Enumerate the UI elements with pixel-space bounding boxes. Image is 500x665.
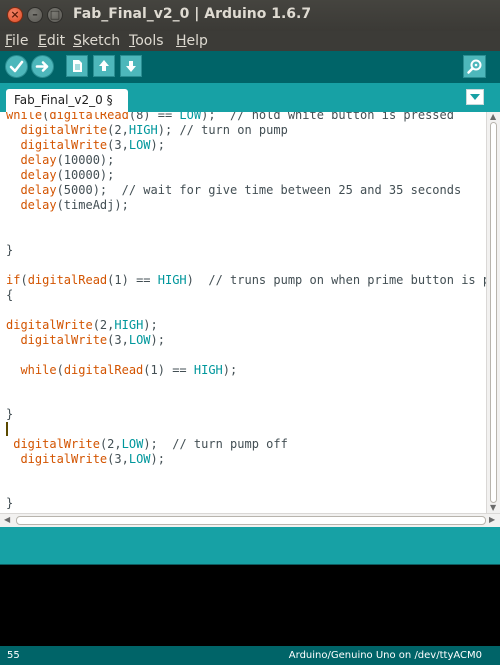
menu-bar: File Edit Sketch Tools Help: [0, 31, 500, 51]
line-number: 55: [7, 650, 20, 661]
toolbar: [0, 51, 500, 83]
code-line-12-text: digitalWrite(3,LOW);: [20, 333, 165, 347]
code-line-4: delay(10000);: [6, 153, 114, 168]
scroll-down-icon[interactable]: ▼: [490, 503, 496, 512]
arrow-right-icon: [35, 61, 49, 72]
horizontal-scroll-thumb[interactable]: [16, 516, 486, 525]
save-sketch-button[interactable]: [120, 55, 142, 77]
tab-label: Fab_Final_v2_0 §: [14, 93, 113, 107]
open-sketch-button[interactable]: [93, 55, 115, 77]
scroll-left-icon[interactable]: ◀: [4, 515, 10, 524]
scroll-right-icon[interactable]: ▶: [489, 515, 495, 524]
code-line-8-text: }: [6, 243, 14, 257]
upload-button[interactable]: [31, 55, 54, 78]
magnifier-icon: [467, 59, 482, 74]
scroll-up-icon[interactable]: ▲: [490, 112, 496, 121]
code-line-3: digitalWrite(3,LOW);: [6, 138, 165, 153]
window-minimize-button[interactable]: –: [27, 7, 43, 23]
code-editor[interactable]: while(digitalRead(8) == LOW); // hold wh…: [0, 112, 487, 514]
code-line-11: digitalWrite(2,HIGH);: [6, 318, 158, 333]
code-line-13: while(digitalRead(1) == HIGH);: [6, 363, 237, 378]
title-bar: × – □ Fab_Final_v2_0 | Arduino 1.6.7: [0, 0, 500, 31]
code-line-16-text: digitalWrite(3,LOW);: [20, 452, 165, 466]
tab-bar: Fab_Final_v2_0 §: [0, 83, 500, 112]
code-line-2-text: digitalWrite(2,HIGH); // turn on pump: [20, 123, 288, 137]
menu-sketch[interactable]: Sketch: [73, 31, 120, 51]
code-line-15-text: digitalWrite(2,LOW); // turn pump off: [13, 437, 288, 451]
maximize-icon: □: [49, 8, 61, 21]
arrow-up-icon: [99, 60, 109, 71]
window-close-button[interactable]: ×: [7, 7, 23, 23]
new-sketch-button[interactable]: [66, 55, 88, 77]
window-title: Fab_Final_v2_0 | Arduino 1.6.7: [73, 6, 312, 22]
code-line-17: }: [6, 496, 13, 511]
code-line-5-text: delay(10000);: [20, 168, 115, 182]
code-line-7: delay(timeAdj);: [6, 198, 129, 213]
serial-monitor-button[interactable]: [463, 55, 486, 78]
tab-fab-final[interactable]: Fab_Final_v2_0 §: [6, 89, 128, 112]
vertical-scrollbar[interactable]: ▲ ▼: [486, 112, 500, 514]
code-line-2: digitalWrite(2,HIGH); // turn on pump: [6, 123, 288, 138]
code-line-6: delay(5000); // wait for give time betwe…: [6, 183, 461, 198]
menu-tools[interactable]: Tools: [129, 31, 164, 51]
verify-button[interactable]: [5, 55, 28, 78]
code-line-6-text: delay(5000); // wait for give time betwe…: [20, 183, 462, 197]
minimize-icon: –: [32, 8, 38, 21]
window-maximize-button[interactable]: □: [47, 7, 63, 23]
code-line-7-text: delay(timeAdj);: [20, 198, 129, 212]
code-line-4-text: delay(10000);: [20, 153, 115, 167]
new-file-icon: [73, 60, 82, 72]
board-info: Arduino/Genuino Uno on /dev/ttyACM0: [288, 650, 482, 661]
code-line-8: }: [6, 243, 13, 258]
code-line-3-text: digitalWrite(3,LOW);: [20, 138, 165, 152]
code-line-13-text: while(digitalRead(1) == HIGH);: [20, 363, 238, 377]
code-line-12: digitalWrite(3,LOW);: [6, 333, 165, 348]
vertical-scroll-thumb[interactable]: [490, 122, 497, 503]
code-line-1: while(digitalRead(8) == LOW); // hold wh…: [6, 112, 454, 123]
code-line-9: if(digitalRead(1) == HIGH) // truns pump…: [6, 273, 487, 288]
code-line-10-text: {: [6, 288, 14, 302]
code-line-9-text: if(digitalRead(1) == HIGH) // truns pump…: [6, 273, 487, 287]
code-line-5: delay(10000);: [6, 168, 114, 183]
code-line-15: digitalWrite(2,LOW); // turn pump off: [6, 437, 288, 452]
tab-menu-button[interactable]: [466, 89, 484, 105]
horizontal-scrollbar[interactable]: ◀ ▶: [0, 513, 500, 527]
check-icon: [9, 60, 24, 73]
console-output[interactable]: [0, 564, 500, 647]
text-caret: [6, 422, 8, 436]
status-bar: 55 Arduino/Genuino Uno on /dev/ttyACM0: [0, 646, 500, 665]
triangle-down-icon: [470, 94, 480, 100]
code-line-17-text: }: [6, 496, 14, 510]
code-line-14: }: [6, 407, 13, 422]
code-line-14-text: }: [6, 407, 14, 421]
menu-file[interactable]: File: [5, 31, 28, 51]
close-icon: ×: [10, 8, 20, 21]
arrow-down-icon: [126, 61, 136, 72]
code-line-10: {: [6, 288, 13, 303]
code-line-11-text: digitalWrite(2,HIGH);: [6, 318, 158, 332]
code-line-1-text: while(digitalRead(8) == LOW); // hold wh…: [6, 112, 454, 122]
menu-help[interactable]: Help: [176, 31, 208, 51]
code-line-16: digitalWrite(3,LOW);: [6, 452, 165, 467]
menu-edit[interactable]: Edit: [38, 31, 65, 51]
message-area: [0, 527, 500, 564]
